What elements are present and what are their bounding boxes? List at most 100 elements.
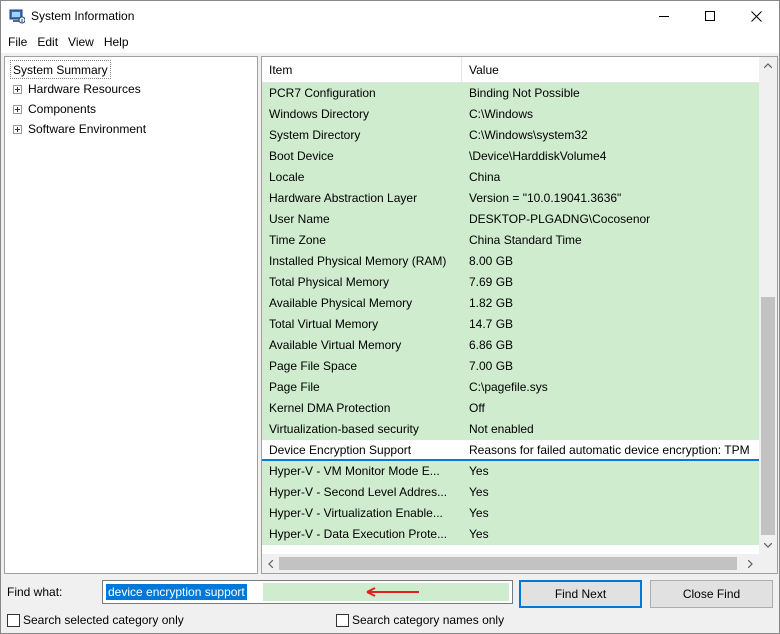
column-header-item[interactable]: Item	[262, 57, 462, 83]
row-value-cell: C:\Windows\system32	[469, 128, 588, 142]
close-button[interactable]	[733, 1, 779, 31]
search-selected-category-label: Search selected category only	[23, 613, 184, 627]
row-value-cell: \Device\HarddiskVolume4	[469, 149, 607, 163]
window-title: System Information	[31, 9, 135, 23]
row-value-cell: C:\pagefile.sys	[469, 380, 548, 394]
table-row[interactable]: Available Physical Memory 1.82 GB	[262, 293, 759, 314]
scrollbar-corner	[759, 554, 777, 573]
find-next-button[interactable]: Find Next	[519, 580, 642, 608]
search-category-names-option[interactable]: Search category names only	[336, 613, 504, 627]
row-item-cell: Time Zone	[269, 233, 326, 247]
row-value-cell: 7.69 GB	[469, 275, 514, 289]
row-value-cell: 7.00 GB	[469, 359, 514, 373]
menu-view[interactable]: View	[63, 31, 99, 53]
row-value-cell: Yes	[469, 485, 489, 499]
row-item-cell: Hyper-V - Second Level Addres...	[269, 485, 448, 499]
table-row[interactable]: Time Zone China Standard Time	[262, 230, 759, 251]
expand-plus-icon[interactable]	[13, 124, 22, 134]
table-row[interactable]: Hardware Abstraction Layer Version = "10.…	[262, 188, 759, 209]
vertical-scrollbar[interactable]	[759, 57, 777, 554]
table-row[interactable]: Virtualization-based security Not enabled	[262, 419, 759, 440]
scroll-left-button[interactable]	[262, 554, 279, 573]
find-what-label: Find what:	[7, 585, 63, 599]
table-row[interactable]: Kernel DMA Protection Off	[262, 398, 759, 419]
list-header: Item Value	[262, 57, 759, 83]
system-information-icon	[9, 8, 25, 24]
menu-edit[interactable]: Edit	[32, 31, 63, 53]
menu-file[interactable]: File	[3, 31, 32, 53]
row-item-cell: Installed Physical Memory (RAM)	[269, 254, 447, 268]
row-value-cell: Version = "10.0.19041.3636"	[469, 191, 622, 205]
table-row[interactable]: Total Virtual Memory 14.7 GB	[262, 314, 759, 335]
tree-item-label: Software Environment	[28, 122, 147, 136]
tree-item-label: Components	[28, 102, 97, 116]
horizontal-scrollbar[interactable]	[262, 554, 759, 573]
scroll-up-button[interactable]	[759, 57, 777, 74]
table-row[interactable]: Hyper-V - Virtualization Enable... Yes	[262, 503, 759, 524]
table-row[interactable]: Boot Device \Device\HarddiskVolume4	[262, 146, 759, 167]
table-row[interactable]: Hyper-V - Data Execution Prote... Yes	[262, 524, 759, 545]
row-value-cell: Reasons for failed automatic device encr…	[469, 443, 750, 457]
row-item-cell: Total Virtual Memory	[269, 317, 379, 331]
close-find-button[interactable]: Close Find	[650, 580, 773, 608]
search-selected-category-checkbox[interactable]	[7, 613, 20, 627]
row-item-cell: Page File Space	[269, 359, 358, 373]
column-header-value[interactable]: Value	[462, 57, 759, 83]
tree-item-system-summary[interactable]: System Summary	[10, 60, 111, 79]
row-value-cell: 1.82 GB	[469, 296, 514, 310]
row-item-cell: Total Physical Memory	[269, 275, 390, 289]
tree-item-software-environment[interactable]: Software Environment	[13, 119, 146, 139]
table-row[interactable]: Total Physical Memory 7.69 GB	[262, 272, 759, 293]
row-item-cell: Hyper-V - VM Monitor Mode E...	[269, 464, 440, 478]
row-item-cell: Device Encryption Support	[269, 443, 412, 457]
scroll-right-button[interactable]	[742, 554, 759, 573]
table-row[interactable]: Hyper-V - Second Level Addres... Yes	[262, 482, 759, 503]
row-item-cell: Hardware Abstraction Layer	[269, 191, 418, 205]
find-what-input[interactable]: device encryption support	[102, 580, 513, 604]
table-row[interactable]: User Name DESKTOP-PLGADNG\Cocosenor	[262, 209, 759, 230]
tree-item-components[interactable]: Components	[13, 99, 96, 119]
chevron-left-icon	[268, 559, 273, 568]
row-value-cell: 8.00 GB	[469, 254, 514, 268]
window-controls	[641, 1, 779, 31]
horizontal-scroll-thumb[interactable]	[279, 557, 737, 570]
search-selected-category-option[interactable]: Search selected category only	[7, 613, 184, 627]
row-value-cell: Yes	[469, 506, 489, 520]
table-row[interactable]: Page File C:\pagefile.sys	[262, 377, 759, 398]
search-category-names-checkbox[interactable]	[336, 613, 349, 627]
row-value-cell: DESKTOP-PLGADNG\Cocosenor	[469, 212, 651, 226]
row-value-cell: China Standard Time	[469, 233, 582, 247]
scroll-down-button[interactable]	[759, 537, 777, 554]
vertical-scroll-thumb[interactable]	[761, 297, 775, 535]
minimize-button[interactable]	[641, 1, 687, 31]
table-row[interactable]: Installed Physical Memory (RAM) 8.00 GB	[262, 251, 759, 272]
row-item-cell: Boot Device	[269, 149, 334, 163]
row-value-cell: 14.7 GB	[469, 317, 514, 331]
row-value-cell: Binding Not Possible	[469, 86, 580, 100]
table-row[interactable]: Hyper-V - VM Monitor Mode E... Yes	[262, 461, 759, 482]
expand-plus-icon[interactable]	[13, 104, 22, 114]
table-row[interactable]: Device Encryption Support Reasons for fai…	[262, 440, 759, 461]
table-row[interactable]: PCR7 Configuration Binding Not Possible	[262, 83, 759, 104]
row-item-cell: Virtualization-based security	[269, 422, 419, 436]
find-what-value: device encryption support	[106, 584, 247, 600]
table-row[interactable]: System Directory C:\Windows\system32	[262, 125, 759, 146]
menu-bar: File Edit View Help	[1, 31, 779, 53]
row-item-cell: Available Physical Memory	[269, 296, 413, 310]
table-row[interactable]: Available Virtual Memory 6.86 GB	[262, 335, 759, 356]
row-item-cell: Kernel DMA Protection	[269, 401, 391, 415]
row-value-cell: 6.86 GB	[469, 338, 514, 352]
table-row[interactable]: Page File Space 7.00 GB	[262, 356, 759, 377]
row-item-cell: Page File	[269, 380, 320, 394]
tree-item-hardware-resources[interactable]: Hardware Resources	[13, 79, 141, 99]
maximize-button[interactable]	[687, 1, 733, 31]
chevron-up-icon	[764, 63, 772, 68]
row-item-cell: Hyper-V - Virtualization Enable...	[269, 506, 443, 520]
maximize-icon	[704, 10, 715, 21]
table-row[interactable]: Windows Directory C:\Windows	[262, 104, 759, 125]
row-value-cell: Not enabled	[469, 422, 534, 436]
table-row[interactable]: Locale China	[262, 167, 759, 188]
row-value-cell: Off	[469, 401, 485, 415]
expand-plus-icon[interactable]	[13, 84, 22, 94]
menu-help[interactable]: Help	[99, 31, 134, 53]
